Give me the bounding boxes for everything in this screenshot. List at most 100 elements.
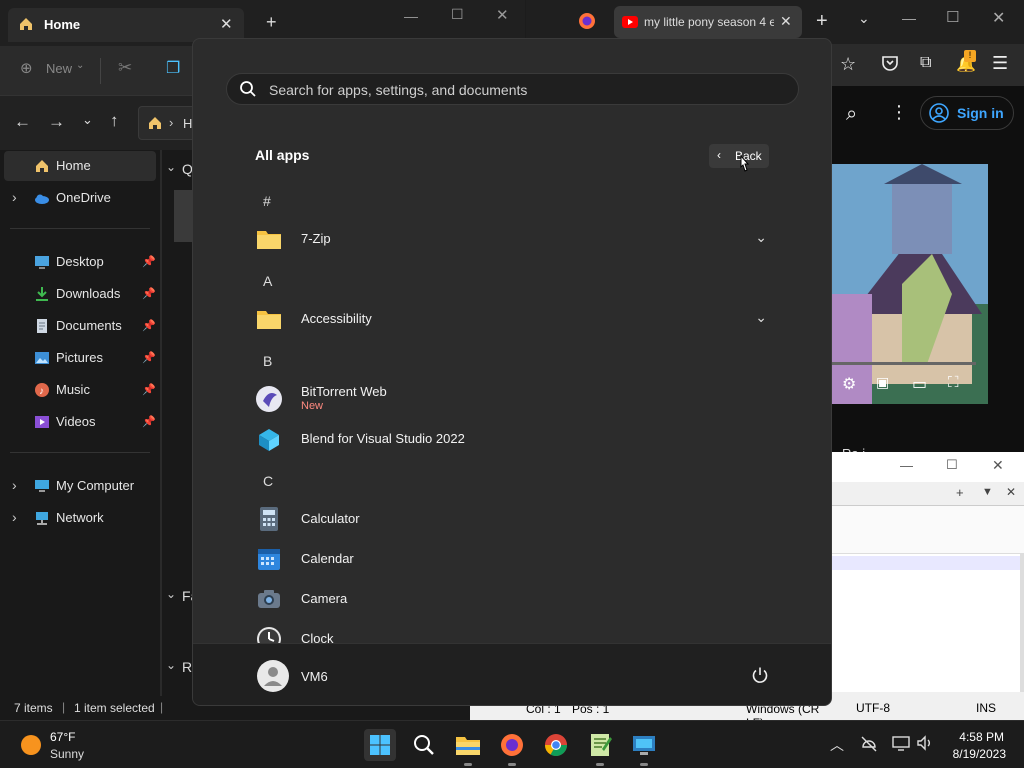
- forward-arrow-icon[interactable]: →: [48, 112, 65, 132]
- taskbar-notepad-plus[interactable]: [584, 729, 616, 766]
- menu-icon[interactable]: ☰: [992, 53, 1008, 74]
- extensions-icon[interactable]: ⧉: [920, 54, 931, 72]
- taskbar-firefox[interactable]: [496, 729, 528, 766]
- app-bittorrent-web[interactable]: BitTorrent Web New: [247, 379, 777, 419]
- minimize-icon[interactable]: —: [900, 458, 913, 473]
- nav-item-videos[interactable]: Videos 📌: [0, 407, 160, 437]
- status-encoding: UTF-8: [856, 701, 890, 715]
- taskbar-file-explorer[interactable]: [452, 729, 484, 766]
- new-button[interactable]: ⊕ New ⌄: [20, 60, 90, 82]
- maximize-icon[interactable]: ☐: [451, 6, 464, 23]
- close-window-icon[interactable]: ✕: [496, 6, 509, 24]
- chevron-down-icon[interactable]: ⌄: [166, 658, 176, 672]
- nav-item-desktop[interactable]: Desktop 📌: [0, 247, 160, 277]
- chevron-right-icon[interactable]: ›: [12, 509, 17, 525]
- start-button[interactable]: [364, 729, 396, 761]
- explorer-tab-home[interactable]: Home ✕: [8, 8, 244, 42]
- chevron-right-icon[interactable]: ›: [12, 189, 17, 205]
- app-clock[interactable]: Clock: [247, 619, 777, 643]
- app-7-zip[interactable]: 7-Zip ⌄: [247, 219, 777, 259]
- tab-youtube[interactable]: my little pony season 4 e ✕: [614, 6, 802, 38]
- chevron-right-icon[interactable]: ›: [12, 477, 17, 493]
- app-calculator[interactable]: Calculator: [247, 499, 777, 539]
- more-options-icon[interactable]: ⋮: [890, 102, 908, 123]
- editor-text-area[interactable]: [832, 554, 1020, 692]
- new-tab-icon[interactable]: +: [816, 10, 828, 33]
- close-window-icon[interactable]: ✕: [992, 8, 1005, 28]
- chevron-down-icon[interactable]: ⌄: [166, 160, 176, 174]
- firefox-icon[interactable]: [578, 12, 596, 30]
- user-account-button[interactable]: VM6: [253, 658, 373, 694]
- minimize-icon[interactable]: —: [404, 8, 418, 24]
- editor-scrollbar[interactable]: [1020, 554, 1024, 692]
- app-blend-visual-studio[interactable]: Blend for Visual Studio 2022: [247, 419, 777, 459]
- video-progress-bar[interactable]: [832, 362, 976, 365]
- theater-mode-icon[interactable]: ▭: [912, 374, 927, 394]
- display-icon[interactable]: [892, 734, 910, 752]
- app-camera[interactable]: Camera: [247, 579, 777, 619]
- pin-icon[interactable]: 📌: [142, 319, 156, 332]
- pin-icon[interactable]: 📌: [142, 351, 156, 364]
- group-letter-b[interactable]: B: [263, 353, 272, 369]
- copy-icon[interactable]: ❐: [166, 58, 180, 78]
- pin-icon[interactable]: 📌: [142, 415, 156, 428]
- tab-list-icon[interactable]: ▼: [982, 486, 993, 498]
- group-letter-hash[interactable]: #: [263, 193, 271, 209]
- chevron-down-icon[interactable]: ⌄: [755, 309, 767, 326]
- nav-item-my-computer[interactable]: › My Computer: [0, 471, 160, 501]
- cut-icon[interactable]: ✂: [118, 58, 132, 78]
- nav-item-network[interactable]: › Network: [0, 503, 160, 533]
- nav-item-music[interactable]: ♪ Music 📌: [0, 375, 160, 405]
- bookmark-star-icon[interactable]: ☆: [840, 54, 856, 75]
- address-bar[interactable]: › H: [138, 106, 198, 140]
- start-search-box[interactable]: Search for apps, settings, and documents: [226, 73, 799, 105]
- network-disconnected-icon[interactable]: [860, 735, 878, 753]
- sign-in-button[interactable]: Sign in: [920, 96, 1014, 130]
- miniplayer-icon[interactable]: ▣: [876, 374, 889, 391]
- settings-icon[interactable]: ⚙: [842, 374, 856, 394]
- pin-icon[interactable]: 📌: [142, 383, 156, 396]
- up-arrow-icon[interactable]: ↑: [110, 111, 119, 131]
- user-name: VM6: [301, 669, 328, 684]
- minimize-icon[interactable]: —: [902, 10, 916, 26]
- back-arrow-icon[interactable]: ←: [14, 112, 31, 132]
- pin-icon[interactable]: 📌: [142, 287, 156, 300]
- nav-item-downloads[interactable]: Downloads 📌: [0, 279, 160, 309]
- pocket-icon[interactable]: [882, 55, 898, 71]
- selected-file-tile[interactable]: [174, 190, 192, 242]
- close-icon[interactable]: ✕: [780, 13, 792, 30]
- maximize-icon[interactable]: ☐: [946, 8, 959, 26]
- close-window-icon[interactable]: ✕: [992, 457, 1004, 474]
- nav-item-home[interactable]: Home: [4, 151, 156, 181]
- power-icon[interactable]: [751, 666, 769, 684]
- fullscreen-icon[interactable]: ⛶: [948, 374, 959, 391]
- app-accessibility[interactable]: Accessibility ⌄: [247, 299, 777, 339]
- video-player[interactable]: ⚙ ▣ ▭ ⛶: [832, 164, 988, 404]
- show-hidden-icons-chevron[interactable]: ︿: [830, 735, 844, 755]
- add-tab-icon[interactable]: +: [956, 485, 964, 500]
- nav-item-pictures[interactable]: Pictures 📌: [0, 343, 160, 373]
- taskbar-remote-desktop[interactable]: [628, 729, 660, 766]
- group-letter-c[interactable]: C: [263, 473, 273, 489]
- taskbar-search-button[interactable]: [408, 729, 440, 761]
- group-letter-a[interactable]: A: [263, 273, 272, 289]
- nav-item-label: Videos: [56, 414, 96, 429]
- close-icon[interactable]: ✕: [220, 15, 233, 33]
- maximize-icon[interactable]: ☐: [946, 457, 958, 473]
- clock-area[interactable]: 4:58 PM 8/19/2023: [944, 725, 1014, 765]
- notification-icon[interactable]: 🔔 !: [956, 50, 976, 74]
- search-icon[interactable]: ⌕: [846, 103, 857, 126]
- volume-icon[interactable]: [916, 734, 934, 752]
- recent-locations-icon[interactable]: ⌄: [82, 112, 93, 128]
- pin-icon[interactable]: 📌: [142, 255, 156, 268]
- nav-item-onedrive[interactable]: › OneDrive: [0, 183, 160, 213]
- tab-list-icon[interactable]: ⌄: [858, 10, 870, 27]
- nav-item-documents[interactable]: Documents 📌: [0, 311, 160, 341]
- app-calendar[interactable]: Calendar: [247, 539, 777, 579]
- chevron-down-icon[interactable]: ⌄: [166, 587, 176, 601]
- chevron-down-icon[interactable]: ⌄: [755, 229, 767, 246]
- taskbar-chrome[interactable]: [540, 729, 572, 761]
- close-tab-icon[interactable]: ✕: [1006, 485, 1016, 499]
- new-tab-icon[interactable]: +: [266, 12, 277, 33]
- weather-widget[interactable]: 67°F Sunny: [18, 725, 118, 765]
